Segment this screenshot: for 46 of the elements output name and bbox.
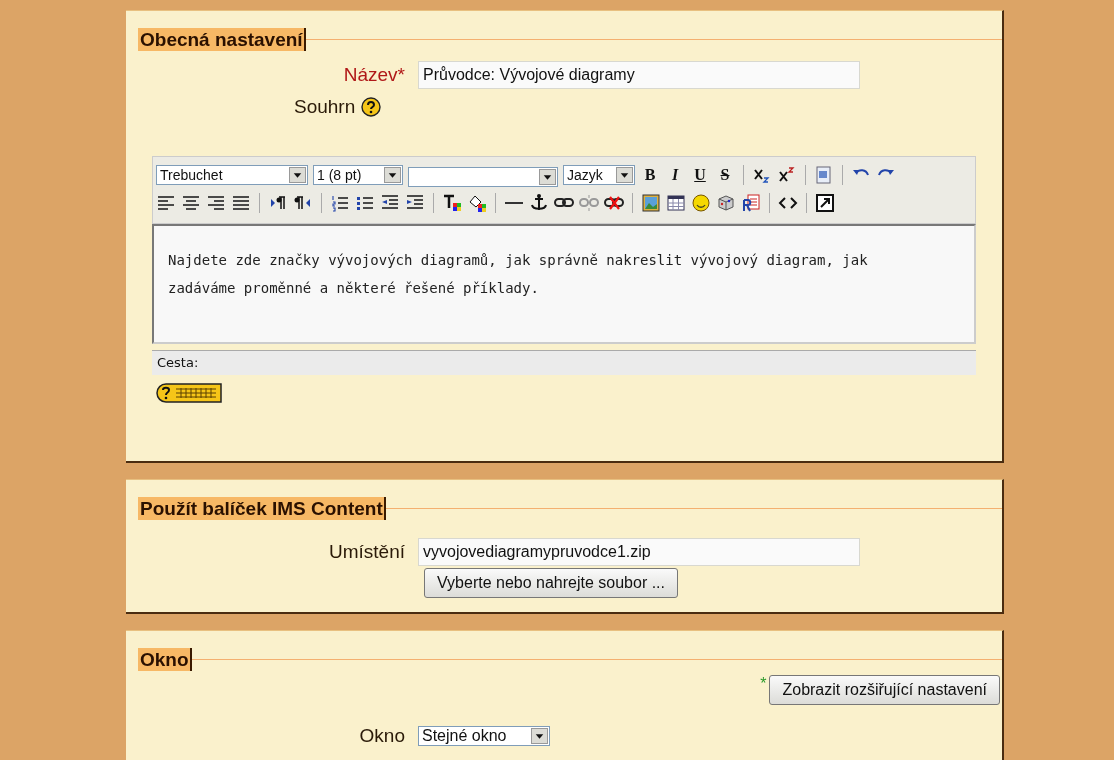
caret-icon [384,167,401,183]
fill-color-icon[interactable] [467,193,487,213]
document-icon[interactable] [741,193,761,213]
cube-icon[interactable] [716,193,736,213]
show-advanced-button[interactable]: Zobrazit rozšiřující nastavení [769,675,1000,705]
smiley-icon[interactable] [691,193,711,213]
dropdown-field[interactable]: Jazyk [563,165,635,185]
field-label: Umístění [328,541,405,563]
section-legend: Obecná nastavení [138,28,306,51]
anchor-icon[interactable] [529,193,549,213]
advanced-mark: * [760,675,767,693]
summary-text: Najdete zde značky vývojových diagramů, jak správně nakreslit vývojový diagram, jak zadáváme proměnné a některé řešené příklady. [168,251,869,298]
align-left-icon[interactable] [156,193,176,213]
justify-icon[interactable] [231,193,251,213]
field-label: Název* [343,64,405,86]
format-button[interactable]: I [665,166,685,184]
location-field[interactable]: vyvojovediagramypruvodce1.zip [418,538,860,566]
keyboard-help-icon[interactable] [156,383,222,403]
help-icon[interactable] [361,97,382,117]
section-legend: Použít balíček IMS Content [138,497,386,520]
table-icon[interactable] [666,193,686,213]
choose-file-button[interactable]: Vyberte nebo nahrejte soubor ... [424,568,678,598]
text-color-icon[interactable] [442,193,462,213]
dropdown-field[interactable]: Trebuchet [156,165,308,185]
field-label: Souhrn [294,96,356,118]
caret-icon [531,728,548,744]
caret-icon [616,167,633,183]
caret-icon [539,169,556,185]
image-icon[interactable] [641,193,661,213]
format-button[interactable]: U [690,166,710,184]
field-label: Okno [359,725,405,747]
editor-area[interactable]: Najdete zde značky vývojových diagramů, jak správně nakreslit vývojový diagram, jak zadáváme proměnné a některé řešené příklady. [152,224,976,344]
numbered-list-icon[interactable] [330,193,350,213]
paste-document-icon[interactable] [814,165,834,185]
format-button[interactable]: B [640,166,660,184]
align-right-icon[interactable] [206,193,226,213]
dropdown-field[interactable]: 1 (8 pt) [313,165,403,185]
section-legend: Okno [138,648,192,671]
fullscreen-icon[interactable] [815,193,835,213]
name-field[interactable]: Průvodce: Vývojové diagramy [418,61,860,89]
dropdown-field[interactable] [408,167,558,187]
caret-icon [289,167,306,183]
format-button[interactable]: S [715,166,735,184]
path-bar: Cesta: [152,350,976,375]
align-center-icon[interactable] [181,193,201,213]
dropdown-field[interactable]: Stejné okno [418,726,550,746]
